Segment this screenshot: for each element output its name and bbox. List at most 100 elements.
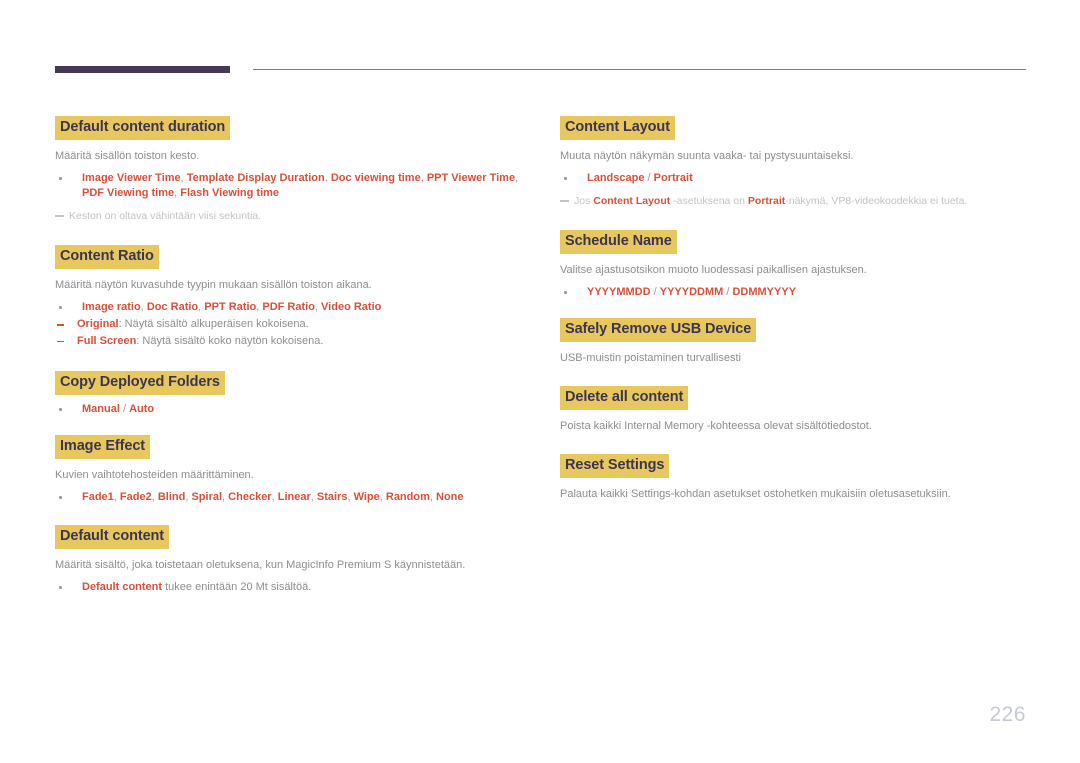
doc-section: Safely Remove USB Device USB-muistin pois… [560, 318, 1030, 366]
header-rule-line [253, 69, 1026, 70]
section-paragraph: USB-muistin poistaminen turvallisesti [560, 352, 741, 364]
section-paragraph: Määritä näytön kuvasuhde tyypin mukaan s… [55, 279, 372, 291]
sub-bullet-text: : Näytä sisältö koko näytön kokoisena. [136, 334, 324, 347]
note-dash-icon [560, 200, 569, 202]
term: Video Ratio [321, 301, 382, 313]
sub-bullet-list: Original: Näytä sisältö alkuperäisen kok… [55, 317, 525, 349]
text-part: Default content [82, 581, 163, 593]
right-column: Content Layout Muuta näytön näkymän suunt… [560, 96, 1030, 502]
text-part: -näkymä, VP8-videokoodekkia ei tueta. [785, 195, 968, 207]
bullet-item: YYYYMMDD / YYYYDDMM / DDMMYYYY [560, 285, 1030, 300]
term: Fade2 [119, 491, 152, 503]
section-heading: Default content [55, 525, 170, 549]
bullet-list: Manual / Auto [55, 402, 525, 417]
bullet-dot-icon [59, 306, 62, 309]
text-part: Määritä sisältö, joka toistetaan oletuks… [55, 559, 287, 571]
note-dash-icon [55, 215, 64, 217]
term: PDF Ratio [262, 301, 315, 313]
doc-section: Delete all content Poista kaikki Internal… [560, 386, 1030, 434]
term: None [436, 491, 464, 503]
section-heading: Copy Deployed Folders [55, 371, 225, 395]
text-part: Settings [630, 488, 671, 500]
bullet-item: Default content tukee enintään 20 Mt sis… [55, 580, 525, 595]
bullet-dash-icon [57, 324, 64, 326]
doc-section: Schedule Name Valitse ajastusotsikon muot… [560, 230, 1030, 300]
text-part: Palauta kaikki [560, 488, 631, 500]
section-heading: Safely Remove USB Device [560, 318, 757, 342]
bullet-list: Default content tukee enintään 20 Mt sis… [55, 580, 525, 595]
bullet-dash-icon [57, 340, 64, 343]
doc-section: Reset Settings Palauta kaikki Settings-ko… [560, 454, 1030, 502]
bullet-list: Landscape / Portrait [560, 171, 1030, 186]
bullet-dot-icon [564, 291, 567, 294]
term: Doc viewing time [330, 172, 421, 184]
term: Stairs [316, 491, 348, 503]
section-heading: Reset Settings [560, 454, 670, 478]
text-part: Poista kaikki [560, 420, 625, 432]
term: PPT Viewer Time [426, 172, 516, 184]
term: Checker [228, 491, 272, 503]
doc-section: Default content duration Määritä sisällön… [55, 116, 525, 223]
bullet-item: Manual / Auto [55, 402, 525, 417]
doc-section: Copy Deployed Folders Manual / Auto [55, 371, 525, 417]
term-separator: / [650, 286, 660, 298]
term: YYYYDDMM [659, 286, 724, 298]
term: PDF Viewing time [82, 187, 175, 199]
section-paragraph: Poista kaikki Internal Memory -kohteessa… [560, 419, 1030, 434]
term: Spiral [191, 491, 223, 503]
term: Image ratio [82, 301, 141, 313]
bullet-item: Fade1, Fade2, Blind, Spiral, Checker, Li… [55, 490, 525, 505]
section-heading: Delete all content [560, 386, 689, 410]
doc-section: Content Layout Muuta näytön näkymän suunt… [560, 116, 1030, 208]
text-part: MagicInfo Premium S [286, 559, 392, 571]
term: Auto [129, 403, 155, 415]
term-separator: , [515, 172, 519, 184]
text-part: -asetuksena on [670, 195, 748, 207]
bullet-list: YYYYMMDD / YYYYDDMM / DDMMYYYY [560, 285, 1030, 300]
term: Template Display Duration [186, 172, 325, 184]
term: Doc Ratio [146, 301, 199, 313]
doc-section: Content Ratio Määritä näytön kuvasuhde ty… [55, 245, 525, 349]
bullet-dot-icon [59, 496, 62, 499]
section-heading: Default content duration [55, 116, 231, 140]
term: Flash Viewing time [180, 187, 280, 199]
section-paragraph: Määritä sisältö, joka toistetaan oletuks… [55, 558, 525, 573]
section-paragraph: Palauta kaikki Settings-kohdan asetukset… [560, 487, 1030, 502]
text-part: Portrait [747, 195, 786, 207]
document-page: Default content duration Määritä sisällön… [0, 0, 1080, 763]
page-number: 226 [989, 703, 1026, 726]
section-heading: Content Ratio [55, 245, 159, 269]
bullet-list: Image ratio, Doc Ratio, PPT Ratio, PDF R… [55, 300, 525, 315]
bullet-list: Image Viewer Time, Template Display Dura… [55, 171, 525, 201]
term: DDMMYYYY [732, 286, 797, 298]
doc-section: Default content Määritä sisältö, joka toi… [55, 525, 525, 595]
section-paragraph: Kuvien vaihtotehosteiden määrittäminen. [55, 469, 254, 481]
text-part: tukee enintään 20 Mt sisältöä. [162, 581, 312, 593]
bullet-list: Fade1, Fade2, Blind, Spiral, Checker, Li… [55, 490, 525, 505]
sub-bullet-text: : Näytä sisältö alkuperäisen kokoisena. [118, 318, 309, 330]
bullet-item: Image ratio, Doc Ratio, PPT Ratio, PDF R… [55, 300, 525, 315]
text-part: Jos [574, 195, 594, 207]
section-paragraph: Muuta näytön näkymän suunta vaaka- tai p… [560, 150, 854, 162]
term: Random [385, 491, 430, 503]
term: Wipe [353, 491, 380, 503]
doc-section: Image Effect Kuvien vaihtotehosteiden mää… [55, 435, 525, 505]
header-rules [55, 66, 1026, 76]
text-part: -kohdan asetukset ostohetken mukaisiin o… [670, 488, 951, 500]
term: Portrait [653, 172, 693, 184]
bullet-item: Image Viewer Time, Template Display Dura… [55, 171, 525, 201]
note-text: Keston on oltava vähintään viisi sekunti… [69, 210, 262, 222]
text-part: Internal Memory [624, 420, 704, 432]
bullet-item: Landscape / Portrait [560, 171, 1030, 186]
term-separator: / [644, 172, 654, 184]
sub-bullet-item: Full Screen: Näytä sisältö koko näytön k… [55, 334, 525, 350]
section-note: Jos Content Layout -asetuksena on Portra… [560, 194, 1030, 208]
section-paragraph: Valitse ajastusotsikon muoto luodessasi … [560, 264, 867, 276]
term: Image Viewer Time [82, 172, 181, 184]
text-part: Content Layout [593, 195, 671, 207]
text-part: -kohteessa olevat sisältötiedostot. [703, 420, 872, 432]
section-paragraph: Määritä sisällön toiston kesto. [55, 150, 200, 162]
sub-bullet-term: Original [77, 318, 119, 330]
term: PPT Ratio [204, 301, 257, 313]
header-rule-accent [55, 66, 230, 73]
